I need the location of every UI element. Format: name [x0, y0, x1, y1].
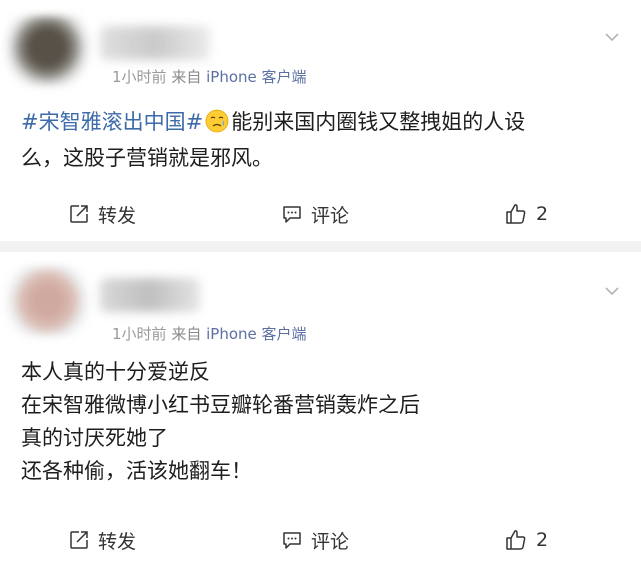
comment-label: 评论: [311, 530, 350, 553]
action-bar: 转发 评论 2: [0, 520, 641, 560]
forward-button[interactable]: 转发: [68, 194, 136, 234]
post-text-line-2: 在宋智雅微博小红书豆瓣轮番营销轰炸之后: [21, 393, 420, 417]
post-content: 本人真的十分爱逆反 在宋智雅微博小红书豆瓣轮番营销轰炸之后 真的讨厌死她了 还各…: [21, 356, 621, 488]
chevron-down-icon[interactable]: [605, 284, 619, 298]
hashtag-link[interactable]: #宋智雅滚出中国#: [21, 110, 203, 134]
post-text-line-1: 本人真的十分爱逆反: [21, 360, 210, 384]
comment-icon: [283, 206, 301, 223]
comment-button[interactable]: 评论: [281, 194, 349, 234]
like-button[interactable]: 2: [504, 194, 548, 234]
username-blurred[interactable]: [100, 278, 200, 312]
source-client[interactable]: iPhone 客户端: [206, 68, 306, 86]
comment-icon: [283, 532, 301, 549]
avatar[interactable]: [6, 16, 98, 86]
card-separator: [0, 241, 641, 252]
thumbs-up-icon: [506, 204, 526, 224]
comment-button[interactable]: 评论: [281, 520, 349, 560]
post-text-line-2: 么，这股子营销就是邪风。: [21, 146, 273, 170]
action-bar: 转发 评论 2: [0, 194, 641, 234]
forward-icon: [70, 205, 88, 223]
source-prefix: 来自: [171, 325, 202, 343]
thumbs-up-icon: [506, 530, 526, 550]
post-content: #宋智雅滚出中国# 能别来国内圈钱又整拽姐的人设 么，这股子营销就是邪风。: [21, 104, 621, 176]
forward-label: 转发: [98, 530, 137, 553]
post-time: 1小时前: [112, 68, 167, 86]
post-text-line-1: 能别来国内圈钱又整拽姐的人设: [231, 110, 526, 134]
like-count: 2: [536, 203, 549, 225]
username-blurred[interactable]: [100, 26, 210, 60]
avatar[interactable]: [6, 266, 98, 336]
comment-card: 1小时前 来自 iPhone 客户端 本人真的十分爱逆反 在宋智雅微博小红书豆瓣…: [0, 252, 641, 563]
post-text-line-3: 真的讨厌死她了: [21, 426, 168, 450]
post-meta: 1小时前 来自 iPhone 客户端: [112, 66, 307, 87]
source-client[interactable]: iPhone 客户端: [206, 325, 306, 343]
post-text-line-4: 还各种偷，活该她翻车！: [21, 459, 252, 483]
forward-button[interactable]: 转发: [68, 520, 136, 560]
chevron-down-icon[interactable]: [605, 30, 619, 44]
like-button[interactable]: 2: [504, 520, 548, 560]
forward-icon: [70, 531, 88, 549]
post-time: 1小时前: [112, 325, 167, 343]
forward-label: 转发: [98, 204, 137, 227]
source-prefix: 来自: [171, 68, 202, 86]
crying-face-emoji-icon: [205, 109, 229, 133]
like-count: 2: [536, 529, 549, 551]
comment-card: 1小时前 来自 iPhone 客户端 #宋智雅滚出中国# 能别来国内圈钱又整拽姐…: [0, 0, 641, 241]
comment-label: 评论: [311, 204, 350, 227]
post-meta: 1小时前 来自 iPhone 客户端: [112, 323, 307, 344]
